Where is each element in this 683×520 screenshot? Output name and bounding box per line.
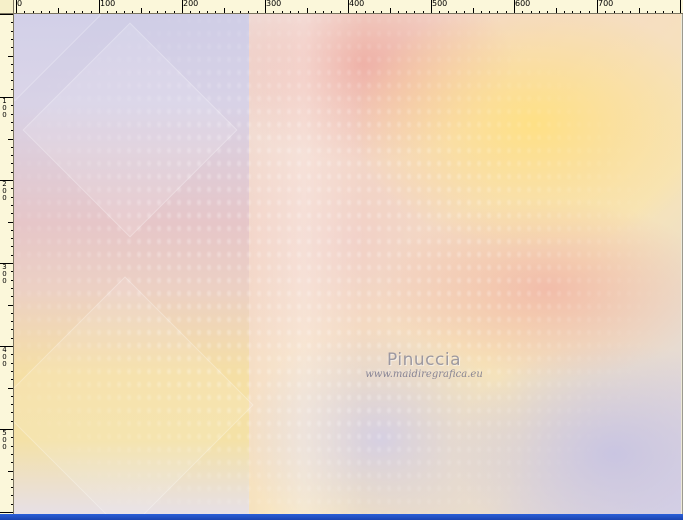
ruler-label-0: 0 <box>17 0 23 8</box>
watermark: Pinuccia www.maidiregrafica.eu <box>344 350 504 380</box>
ruler-label-700: 700 <box>598 0 614 8</box>
ruler-label-v100: 1 0 0 <box>2 97 7 119</box>
horizontal-ruler[interactable]: 0 100 200 300 400 500 600 700 <box>14 0 683 14</box>
ruler-label-200: 200 <box>183 0 199 8</box>
ruler-label-100: 100 <box>100 0 116 8</box>
vertical-ruler[interactable]: 1 0 0 2 0 0 3 0 0 4 0 0 5 0 0 <box>0 14 14 514</box>
image-window: 0 100 200 300 400 500 600 700 1 0 0 2 0 … <box>0 0 683 520</box>
ruler-label-v200: 2 0 0 <box>2 180 7 202</box>
ruler-label-500: 500 <box>432 0 448 8</box>
ruler-corner[interactable] <box>0 0 14 14</box>
ruler-label-400: 400 <box>349 0 365 8</box>
watermark-url: www.maidiregrafica.eu <box>365 369 483 380</box>
ruler-label-v400: 4 0 0 <box>2 346 7 368</box>
ruler-label-v300: 3 0 0 <box>2 263 7 285</box>
dot-pattern <box>14 14 681 514</box>
watermark-title: Pinuccia <box>387 350 461 370</box>
ruler-label-600: 600 <box>515 0 531 8</box>
taskbar-strip <box>0 514 683 520</box>
ruler-label-300: 300 <box>266 0 282 8</box>
image-canvas[interactable]: Pinuccia www.maidiregrafica.eu <box>14 14 681 514</box>
ruler-label-v500: 5 0 0 <box>2 429 7 451</box>
